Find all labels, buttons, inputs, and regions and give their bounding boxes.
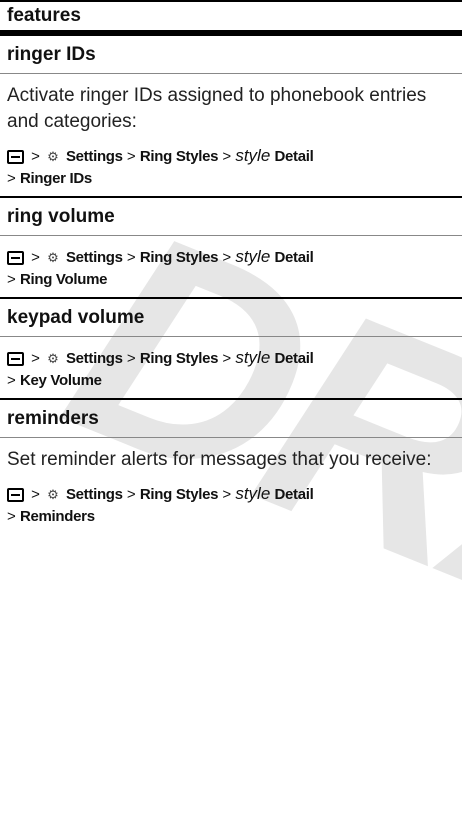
section-description: Set reminder alerts for messages that yo… (7, 449, 432, 470)
menu-path: > ⚙ Settings > Ring Styles > style Detai… (7, 247, 314, 288)
settings-icon: ⚙ (47, 351, 59, 366)
section-title: ringer IDs (0, 36, 462, 74)
menu-key-icon (7, 150, 24, 164)
table-header: features (0, 0, 462, 36)
menu-path: > ⚙ Settings > Ring Styles > style Detai… (7, 348, 314, 389)
menu-path: > ⚙ Settings > Ring Styles > style Detai… (7, 484, 314, 525)
settings-icon: ⚙ (47, 250, 59, 265)
menu-key-icon (7, 488, 24, 502)
header-title: features (7, 5, 81, 26)
section-title: keypad volume (0, 299, 462, 337)
features-table: features ringer IDs Activate ringer IDs … (0, 0, 462, 534)
section-reminders: reminders Set reminder alerts for messag… (0, 398, 462, 534)
settings-icon: ⚙ (47, 487, 59, 502)
section-title: reminders (0, 400, 462, 438)
menu-key-icon (7, 352, 24, 366)
section-description: Activate ringer IDs assigned to phoneboo… (7, 85, 427, 132)
menu-path: > ⚙ Settings > Ring Styles > style Detai… (7, 146, 314, 187)
settings-icon: ⚙ (47, 149, 59, 164)
section-title: ring volume (0, 198, 462, 236)
section-ringer-ids: ringer IDs Activate ringer IDs assigned … (0, 36, 462, 196)
section-keypad-volume: keypad volume > ⚙ Settings > Ring Styles… (0, 297, 462, 398)
section-ring-volume: ring volume > ⚙ Settings > Ring Styles >… (0, 196, 462, 297)
menu-key-icon (7, 251, 24, 265)
